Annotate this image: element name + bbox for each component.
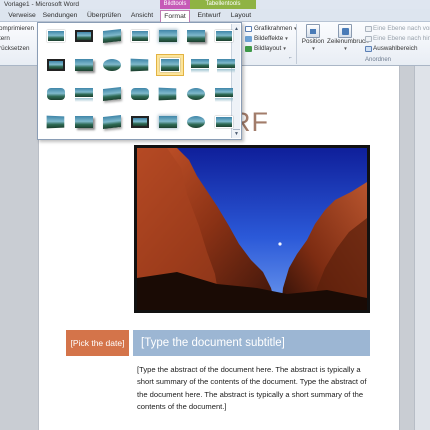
context-group-table-tools: Tabellentools [190,0,256,9]
tab-layout[interactable]: Layout [228,10,254,22]
selection-pane-button[interactable]: Auswahlbereich [373,45,417,53]
group-separator [296,24,297,64]
tab-entwurf[interactable]: Entwurf [194,10,224,22]
picture-style-thumbnail[interactable] [156,113,180,131]
tab-verweise[interactable]: Verweise [3,10,41,22]
picture-style-thumbnail[interactable] [44,85,68,103]
send-backward-icon [365,36,372,42]
picture-style-thumbnail-selected[interactable] [156,54,184,76]
picture-style-thumbnail[interactable] [128,113,152,131]
send-backward-button[interactable]: Eine Ebene nach hinten [373,35,430,43]
position-icon [306,24,320,38]
bring-forward-icon [365,26,372,32]
tab-sendungen[interactable]: Sendungen [42,10,78,22]
canyon-photo [137,148,367,310]
picture-style-thumbnail[interactable] [44,56,68,74]
compress-pictures-button[interactable]: omprimieren [0,25,34,33]
picture-border-button[interactable]: Grafikrahmen▼ [254,25,298,33]
reset-picture-button[interactable]: rücksetzen [0,45,29,53]
tab-ueberpruefen[interactable]: Überprüfen [86,10,122,22]
picture-style-thumbnail[interactable] [156,85,180,103]
picture-style-thumbnail[interactable] [44,113,68,131]
window-title: Vorlage1 - Microsoft Word [4,1,80,8]
dialog-launcher-icon[interactable]: ⌐ [289,55,292,61]
arrange-group-label: Anordnen [365,57,392,63]
picture-style-thumbnail[interactable] [100,113,124,131]
picture-style-gallery[interactable]: ▲ ▼ [37,22,242,140]
date-picker[interactable]: [Pick the date] [66,330,129,356]
picture-style-thumbnail[interactable] [100,56,124,74]
picture-style-thumbnail[interactable] [212,85,236,103]
vertical-scrollbar[interactable] [414,66,430,430]
tab-ansicht[interactable]: Ansicht [129,10,155,22]
wrap-text-icon [338,24,352,38]
position-button[interactable]: Position ▼ [300,24,326,51]
document-subtitle[interactable]: [Type the document subtitle] [133,330,370,356]
picture-style-thumbnail[interactable] [100,85,124,103]
bring-forward-button[interactable]: Eine Ebene nach vorn [373,25,430,33]
picture-border-icon [245,26,252,32]
picture-style-thumbnail[interactable] [184,27,208,45]
picture-style-thumbnail[interactable] [128,56,152,74]
change-picture-button[interactable]: tern [0,35,10,43]
picture-style-thumbnail[interactable] [72,113,96,131]
picture-style-thumbnail[interactable] [72,85,96,103]
context-group-picture-tools: Bildtools [160,0,190,9]
ribbon-tab-row: Verweise Sendungen Überprüfen Ansicht Fo… [0,9,430,22]
picture-style-thumbnail[interactable] [72,27,96,45]
picture-style-thumbnail[interactable] [188,56,212,74]
picture-style-thumbnail[interactable] [128,27,152,45]
picture-style-thumbnail[interactable] [184,85,208,103]
selection-pane-icon [365,46,372,52]
picture-style-thumbnail[interactable] [156,27,180,45]
picture-style-thumbnail[interactable] [128,85,152,103]
picture-style-thumbnail[interactable] [100,27,124,45]
tab-format[interactable]: Format [160,10,190,22]
picture-style-thumbnail[interactable] [212,113,236,131]
wrap-text-button[interactable]: Zeilenumbruch ▼ [327,24,369,51]
picture-style-thumbnail[interactable] [212,27,236,45]
picture-style-thumbnail[interactable] [72,56,96,74]
document-abstract[interactable]: [Type the abstract of the document here.… [137,364,367,414]
picture-layout-icon [245,46,252,52]
title-bar: Vorlage1 - Microsoft Word Bildtools Tabe… [0,0,430,9]
picture-style-thumbnail[interactable] [184,113,208,131]
picture-style-thumbnail[interactable] [214,56,238,74]
picture-style-thumbnail[interactable] [44,27,68,45]
picture-effects-button[interactable]: Bildeffekte▼ [254,35,289,43]
picture-effects-icon [245,36,252,42]
selected-picture[interactable] [134,145,370,313]
picture-layout-button[interactable]: Bildlayout▼ [254,45,287,53]
